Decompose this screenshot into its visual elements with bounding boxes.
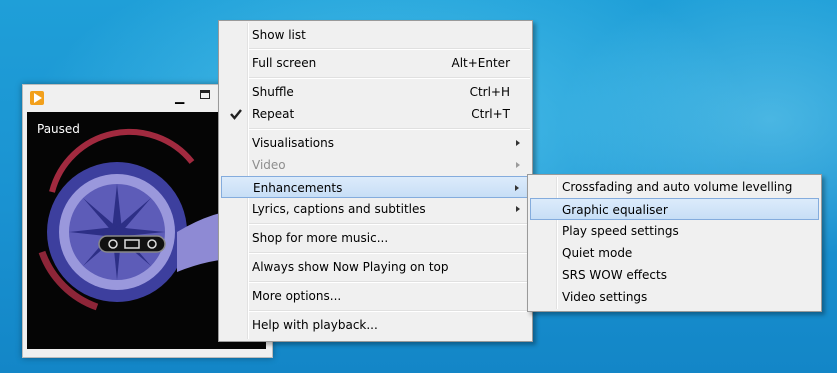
menu-item-help[interactable]: Help with playback... <box>221 314 530 336</box>
submenu-arrow-icon <box>515 185 519 191</box>
media-player-icon[interactable] <box>30 91 44 105</box>
menu-item-shortcut: Alt+Enter <box>451 56 510 70</box>
menu-item-label: Repeat <box>252 107 295 121</box>
menu-item-shuffle[interactable]: Shuffle Ctrl+H <box>221 81 530 103</box>
menu-item-label: Graphic equaliser <box>562 203 668 217</box>
minimize-icon[interactable]: ▁ <box>175 90 187 104</box>
menu-separator <box>249 48 530 50</box>
submenu-item-video-settings[interactable]: Video settings <box>530 286 819 308</box>
submenu-item-crossfading[interactable]: Crossfading and auto volume levelling <box>530 176 819 198</box>
checkmark-icon <box>230 109 242 120</box>
menu-item-full-screen[interactable]: Full screen Alt+Enter <box>221 52 530 74</box>
menu-item-label: Shuffle <box>252 85 294 99</box>
menu-item-label: Video settings <box>562 290 648 304</box>
menu-item-always-on-top[interactable]: Always show Now Playing on top <box>221 256 530 278</box>
maximize-icon[interactable] <box>200 90 210 99</box>
menu-separator <box>249 252 530 254</box>
submenu-item-srs-wow[interactable]: SRS WOW effects <box>530 264 819 286</box>
menu-separator <box>249 310 530 312</box>
submenu-item-play-speed[interactable]: Play speed settings <box>530 220 819 242</box>
menu-item-show-list[interactable]: Show list <box>221 24 530 46</box>
menu-item-label: Video <box>252 158 286 172</box>
menu-item-label: More options... <box>252 289 342 303</box>
menu-item-label: Visualisations <box>252 136 335 150</box>
menu-item-label: Always show Now Playing on top <box>252 260 449 274</box>
menu-item-repeat[interactable]: Repeat Ctrl+T <box>221 103 530 125</box>
menu-item-visualisations[interactable]: Visualisations <box>221 132 530 154</box>
menu-item-label: SRS WOW effects <box>562 268 667 282</box>
menu-separator <box>249 77 530 79</box>
menu-separator <box>249 223 530 225</box>
menu-item-label: Crossfading and auto volume levelling <box>562 180 793 194</box>
menu-item-label: Help with playback... <box>252 318 378 332</box>
menu-item-more-options[interactable]: More options... <box>221 285 530 307</box>
submenu-item-graphic-equaliser[interactable]: Graphic equaliser <box>530 198 819 220</box>
submenu-arrow-icon <box>516 162 520 168</box>
menu-item-shortcut: Ctrl+H <box>469 85 510 99</box>
menu-item-label: Show list <box>252 28 306 42</box>
context-menu: Show list Full screen Alt+Enter Shuffle … <box>218 20 533 342</box>
submenu-arrow-icon <box>516 140 520 146</box>
menu-item-enhancements[interactable]: Enhancements <box>221 176 530 198</box>
menu-item-label: Play speed settings <box>562 224 679 238</box>
menu-item-label: Quiet mode <box>562 246 633 260</box>
submenu-arrow-icon <box>516 206 520 212</box>
menu-item-shop[interactable]: Shop for more music... <box>221 227 530 249</box>
menu-item-lyrics[interactable]: Lyrics, captions and subtitles <box>221 198 530 220</box>
menu-item-label: Lyrics, captions and subtitles <box>252 202 426 216</box>
enhancements-submenu: Crossfading and auto volume levelling Gr… <box>527 174 822 312</box>
menu-item-video: Video <box>221 154 530 176</box>
submenu-item-quiet-mode[interactable]: Quiet mode <box>530 242 819 264</box>
menu-item-label: Full screen <box>252 56 317 70</box>
menu-item-label: Shop for more music... <box>252 231 389 245</box>
menu-item-shortcut: Ctrl+T <box>471 107 510 121</box>
menu-separator <box>249 281 530 283</box>
menu-item-label: Enhancements <box>253 181 343 195</box>
menu-separator <box>249 128 530 130</box>
playback-status: Paused <box>37 122 80 136</box>
